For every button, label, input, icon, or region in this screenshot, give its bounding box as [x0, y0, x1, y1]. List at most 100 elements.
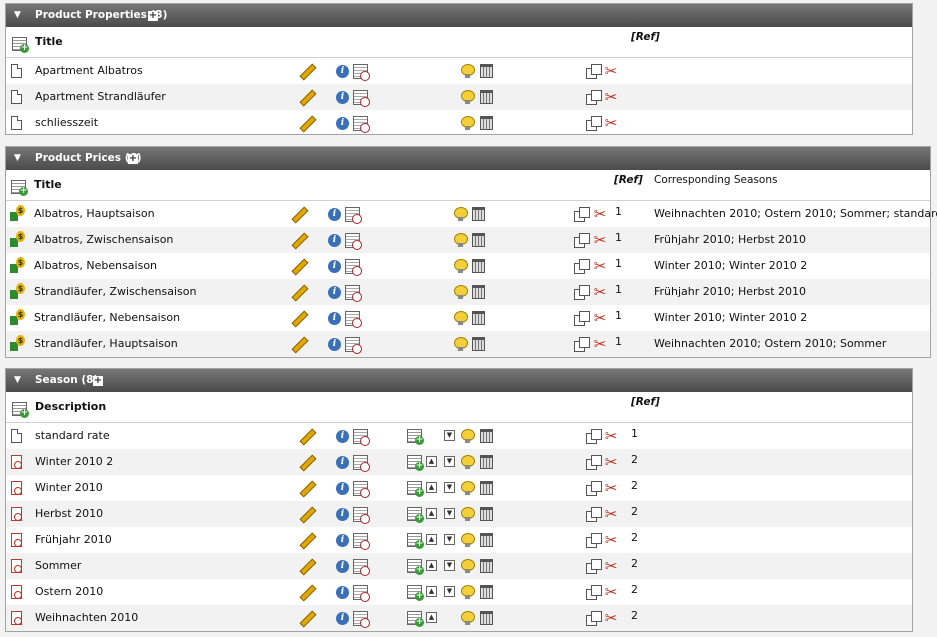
- bulb-icon[interactable]: [454, 207, 468, 221]
- record-title[interactable]: Frühjahr 2010: [35, 533, 112, 546]
- info-icon[interactable]: i: [328, 286, 341, 299]
- edit-pencil-icon[interactable]: [299, 64, 314, 79]
- info-icon[interactable]: i: [328, 312, 341, 325]
- cut-icon[interactable]: ✂: [604, 481, 618, 496]
- trash-icon[interactable]: [480, 507, 493, 521]
- edit-pencil-icon[interactable]: [291, 311, 306, 326]
- info-icon[interactable]: i: [336, 456, 349, 469]
- history-icon[interactable]: [353, 611, 370, 628]
- copy-icon[interactable]: [574, 259, 590, 274]
- trash-icon[interactable]: [480, 481, 493, 495]
- trash-icon[interactable]: [480, 533, 493, 547]
- copy-icon[interactable]: [574, 311, 590, 326]
- edit-pencil-icon[interactable]: [299, 507, 314, 522]
- page-icon[interactable]: [11, 90, 22, 104]
- trash-icon[interactable]: [480, 90, 493, 104]
- new-record-icon[interactable]: [11, 180, 28, 196]
- copy-icon[interactable]: [574, 233, 590, 248]
- record-title[interactable]: Albatros, Hauptsaison: [34, 207, 155, 220]
- bulb-icon[interactable]: [461, 116, 475, 130]
- history-icon[interactable]: [345, 337, 362, 354]
- edit-pencil-icon[interactable]: [299, 90, 314, 105]
- price-icon[interactable]: [10, 257, 25, 273]
- new-record-icon[interactable]: [12, 402, 29, 418]
- section-header[interactable]: ▼ Product Prices (6) +: [6, 147, 930, 170]
- move-down-icon[interactable]: ▼: [444, 508, 455, 519]
- copy-icon[interactable]: [574, 207, 590, 222]
- edit-pencil-icon[interactable]: [299, 533, 314, 548]
- info-icon[interactable]: i: [336, 508, 349, 521]
- info-icon[interactable]: i: [336, 117, 349, 130]
- info-icon[interactable]: i: [336, 91, 349, 104]
- new-record-icon[interactable]: [407, 481, 424, 497]
- edit-pencil-icon[interactable]: [291, 337, 306, 352]
- section-header[interactable]: ▼ Product Properties (3) +: [6, 4, 912, 27]
- trash-icon[interactable]: [472, 285, 485, 299]
- copy-icon[interactable]: [586, 481, 602, 496]
- new-record-icon[interactable]: [407, 533, 424, 549]
- cut-icon[interactable]: ✂: [604, 533, 618, 548]
- info-icon[interactable]: i: [336, 534, 349, 547]
- bulb-icon[interactable]: [454, 337, 468, 351]
- history-icon[interactable]: [345, 285, 362, 302]
- info-icon[interactable]: i: [328, 338, 341, 351]
- cut-icon[interactable]: ✂: [593, 311, 607, 326]
- edit-pencil-icon[interactable]: [299, 429, 314, 444]
- season-icon[interactable]: [11, 455, 22, 469]
- info-icon[interactable]: i: [328, 208, 341, 221]
- season-icon[interactable]: [11, 481, 22, 495]
- move-up-icon[interactable]: ▲: [426, 456, 437, 467]
- trash-icon[interactable]: [472, 233, 485, 247]
- history-icon[interactable]: [353, 585, 370, 602]
- copy-icon[interactable]: [586, 507, 602, 522]
- info-icon[interactable]: i: [336, 430, 349, 443]
- move-up-icon[interactable]: ▲: [426, 482, 437, 493]
- history-icon[interactable]: [353, 90, 370, 107]
- copy-icon[interactable]: [586, 116, 602, 131]
- collapse-icon[interactable]: ▼: [14, 147, 21, 170]
- season-icon[interactable]: [11, 507, 22, 521]
- edit-pencil-icon[interactable]: [299, 455, 314, 470]
- record-title[interactable]: Winter 2010 2: [35, 455, 113, 468]
- trash-icon[interactable]: [480, 455, 493, 469]
- cut-icon[interactable]: ✂: [593, 233, 607, 248]
- new-record-icon[interactable]: [12, 37, 29, 53]
- edit-pencil-icon[interactable]: [299, 116, 314, 131]
- cut-icon[interactable]: ✂: [593, 259, 607, 274]
- copy-icon[interactable]: [586, 585, 602, 600]
- record-title[interactable]: standard rate: [35, 429, 110, 442]
- bulb-icon[interactable]: [454, 285, 468, 299]
- cut-icon[interactable]: ✂: [604, 559, 618, 574]
- move-up-icon[interactable]: ▲: [426, 586, 437, 597]
- move-down-icon[interactable]: ▼: [444, 560, 455, 571]
- section-header[interactable]: ▼ Season (8) +: [6, 369, 912, 392]
- copy-icon[interactable]: [586, 559, 602, 574]
- history-icon[interactable]: [345, 207, 362, 224]
- record-title[interactable]: Strandläufer, Zwischensaison: [34, 285, 196, 298]
- cut-icon[interactable]: ✂: [604, 507, 618, 522]
- bulb-icon[interactable]: [461, 90, 475, 104]
- new-record-icon[interactable]: [407, 455, 424, 471]
- history-icon[interactable]: [345, 311, 362, 328]
- season-icon[interactable]: [11, 611, 22, 625]
- new-record-icon[interactable]: [407, 611, 424, 627]
- record-title[interactable]: Winter 2010: [35, 481, 103, 494]
- bulb-icon[interactable]: [461, 533, 475, 547]
- cut-icon[interactable]: ✂: [604, 611, 618, 626]
- collapse-icon[interactable]: ▼: [14, 4, 21, 27]
- edit-pencil-icon[interactable]: [299, 585, 314, 600]
- cut-icon[interactable]: ✂: [604, 64, 618, 79]
- expand-icon[interactable]: +: [148, 11, 158, 21]
- bulb-icon[interactable]: [461, 611, 475, 625]
- new-record-icon[interactable]: [407, 429, 424, 445]
- price-icon[interactable]: [10, 309, 25, 325]
- bulb-icon[interactable]: [454, 259, 468, 273]
- price-icon[interactable]: [10, 335, 25, 351]
- history-icon[interactable]: [353, 455, 370, 472]
- edit-pencil-icon[interactable]: [299, 559, 314, 574]
- edit-pencil-icon[interactable]: [299, 481, 314, 496]
- page-icon[interactable]: [11, 429, 22, 443]
- copy-icon[interactable]: [586, 64, 602, 79]
- trash-icon[interactable]: [480, 585, 493, 599]
- move-down-icon[interactable]: ▼: [444, 534, 455, 545]
